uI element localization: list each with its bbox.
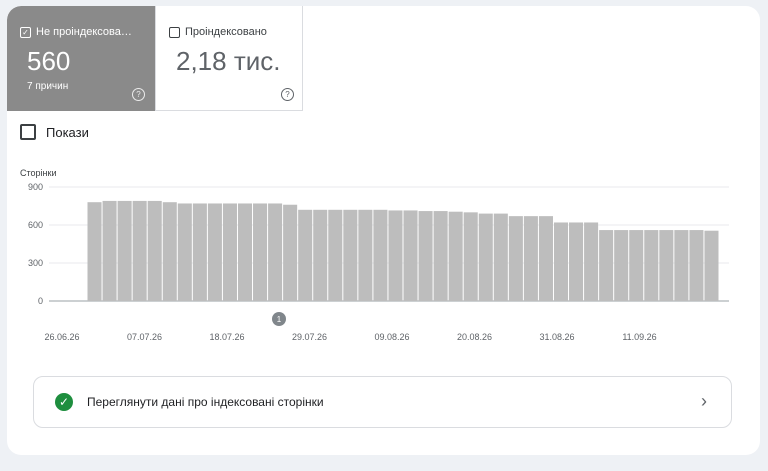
- help-icon[interactable]: ?: [132, 88, 145, 101]
- chevron-right-icon: ›: [701, 391, 707, 411]
- tile-title: Не проіндексова…: [36, 26, 132, 38]
- bar: [689, 230, 704, 301]
- bar: [343, 209, 358, 301]
- bar: [569, 222, 584, 301]
- bar: [253, 203, 268, 301]
- tile-value: 560: [27, 46, 71, 76]
- bar: [418, 211, 433, 301]
- impressions-toggle[interactable]: Покази: [20, 124, 89, 140]
- bar: [87, 202, 102, 301]
- bar: [388, 210, 403, 301]
- annotation-label: 1: [277, 315, 282, 324]
- tile-value: 2,18 тис.: [176, 46, 281, 76]
- bar: [538, 216, 553, 301]
- bar: [147, 200, 162, 301]
- checkbox-icon[interactable]: [20, 124, 36, 140]
- bar: [222, 203, 237, 301]
- bar: [674, 230, 689, 301]
- checkbox-icon[interactable]: [169, 26, 180, 38]
- bar: [192, 203, 207, 301]
- x-tick-label: 09.08.26: [374, 332, 409, 342]
- bar: [629, 230, 644, 301]
- bar: [373, 209, 388, 301]
- bar: [207, 203, 222, 301]
- checkbox-checked-icon[interactable]: ✓: [20, 26, 31, 38]
- help-icon[interactable]: ?: [281, 88, 294, 101]
- y-axis-label: Сторінки: [20, 168, 56, 178]
- bar: [704, 230, 719, 301]
- bar: [659, 230, 674, 301]
- indexed-tile[interactable]: Проіндексовано 2,18 тис. ?: [155, 6, 303, 111]
- bar: [102, 200, 117, 301]
- bar: [283, 204, 298, 301]
- bar: [298, 209, 313, 301]
- y-tick-label: 300: [28, 258, 43, 268]
- bar: [433, 211, 448, 301]
- check-circle-icon: ✓: [55, 393, 73, 411]
- tile-subtitle: 7 причин: [27, 81, 69, 92]
- x-tick-label: 26.06.26: [44, 332, 79, 342]
- bar: [553, 222, 569, 301]
- x-tick-label: 18.07.26: [209, 332, 244, 342]
- bar: [328, 209, 343, 301]
- bar: [162, 202, 177, 301]
- bar: [448, 211, 463, 301]
- pages-chart: Сторінки 0 300 600 900 26.06.26 07.07.26 18.07.…: [20, 168, 729, 342]
- bar: [313, 209, 328, 301]
- bar: [508, 216, 523, 301]
- bar: [614, 230, 629, 301]
- bar: [268, 203, 283, 301]
- impressions-label: Покази: [46, 124, 89, 140]
- bar: [403, 210, 418, 301]
- x-tick-label: 07.07.26: [127, 332, 162, 342]
- bar: [523, 216, 538, 301]
- y-tick-label: 0: [38, 296, 43, 306]
- bar: [493, 213, 508, 301]
- x-tick-label: 29.07.26: [292, 332, 327, 342]
- bar: [599, 230, 614, 301]
- bar: [177, 203, 192, 301]
- bar: [584, 222, 599, 301]
- bar: [644, 230, 659, 301]
- link-label: Переглянути дані про індексовані сторінк…: [87, 395, 324, 409]
- bar: [478, 213, 493, 301]
- y-tick-label: 600: [28, 220, 43, 230]
- index-status-card: ✓ Не проіндексова… 560 7 причин ? Проінд…: [7, 6, 760, 455]
- bar: [358, 209, 373, 301]
- not-indexed-tile[interactable]: ✓ Не проіндексова… 560 7 причин ?: [7, 6, 155, 111]
- tile-title: Проіндексовано: [185, 26, 267, 38]
- x-tick-label: 31.08.26: [539, 332, 574, 342]
- bar: [463, 212, 478, 301]
- bar: [117, 200, 132, 301]
- x-tick-label: 11.09.26: [622, 332, 656, 342]
- y-tick-label: 900: [28, 182, 43, 192]
- bar: [237, 203, 253, 301]
- view-indexed-pages-link[interactable]: ✓ Переглянути дані про індексовані сторі…: [33, 376, 732, 428]
- x-tick-label: 20.08.26: [457, 332, 492, 342]
- bar: [132, 200, 147, 301]
